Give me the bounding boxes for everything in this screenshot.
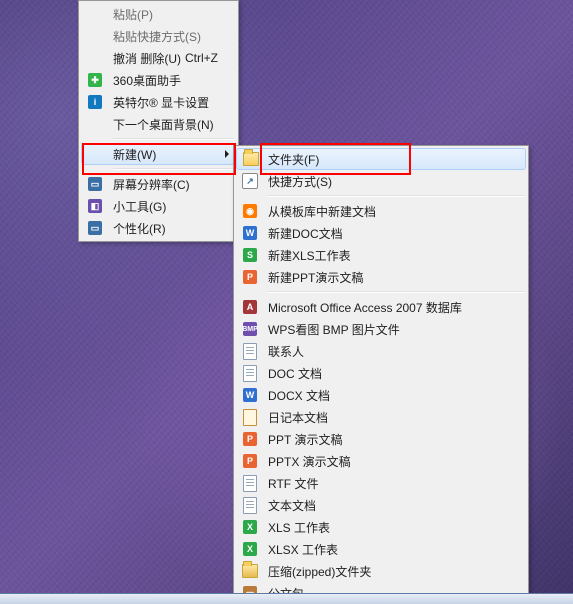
menu-label: 下一个桌面背景(N)	[113, 116, 214, 133]
menu-label: 粘贴(P)	[113, 6, 153, 23]
menu-item-360-helper[interactable]: ✚ 360桌面助手	[81, 69, 236, 91]
submenu-item-bmp[interactable]: BMP WPS看图 BMP 图片文件	[236, 318, 526, 340]
submenu-item-xlsx[interactable]: X XLSX 工作表	[236, 538, 526, 560]
menu-label: RTF 文件	[268, 475, 318, 492]
menu-label: 日记本文档	[268, 409, 328, 426]
menu-label: 从模板库中新建文档	[268, 203, 376, 220]
menu-label: 文本文档	[268, 497, 316, 514]
menu-label: 个性化(R)	[113, 220, 166, 237]
submenu-item-text[interactable]: 文本文档	[236, 494, 526, 516]
menu-label: PPTX 演示文稿	[268, 453, 351, 470]
menu-label: XLS 工作表	[268, 519, 330, 536]
menu-label: 联系人	[268, 343, 304, 360]
submenu-item-doc[interactable]: DOC 文档	[236, 362, 526, 384]
menu-label: Microsoft Office Access 2007 数据库	[268, 299, 462, 316]
menu-item-screen-resolution[interactable]: ▭ 屏幕分辨率(C)	[81, 173, 236, 195]
menu-label: XLSX 工作表	[268, 541, 338, 558]
menu-item-intel-graphics[interactable]: i 英特尔® 显卡设置	[81, 91, 236, 113]
submenu-item-new-doc[interactable]: W 新建DOC文档	[236, 222, 526, 244]
intel-icon: i	[87, 94, 103, 110]
submenu-item-rtf[interactable]: RTF 文件	[236, 472, 526, 494]
menu-label: 压缩(zipped)文件夹	[268, 563, 371, 580]
menu-item-next-background[interactable]: 下一个桌面背景(N)	[81, 113, 236, 135]
menu-label: DOCX 文档	[268, 387, 330, 404]
menu-item-new[interactable]: 新建(W)	[81, 143, 236, 165]
submenu-item-zip[interactable]: 压缩(zipped)文件夹	[236, 560, 526, 582]
menu-item-undo-delete[interactable]: 撤消 删除(U) Ctrl+Z	[81, 47, 236, 69]
menu-item-paste[interactable]: 粘贴(P)	[81, 3, 236, 25]
docx-icon: W	[242, 387, 258, 403]
text-icon	[242, 497, 258, 513]
submenu-item-journal[interactable]: 日记本文档	[236, 406, 526, 428]
context-menu-main: 粘贴(P) 粘贴快捷方式(S) 撤消 删除(U) Ctrl+Z ✚ 360桌面助…	[78, 0, 239, 242]
personalize-icon: ▭	[87, 220, 103, 236]
gadget-icon: ◧	[87, 198, 103, 214]
menu-label: 360桌面助手	[113, 72, 181, 89]
submenu-item-pptx[interactable]: P PPTX 演示文稿	[236, 450, 526, 472]
menu-label: 快捷方式(S)	[268, 173, 332, 190]
journal-icon	[242, 409, 258, 425]
menu-label: PPT 演示文稿	[268, 431, 342, 448]
menu-label: DOC 文档	[268, 365, 322, 382]
context-menu-new: 文件夹(F) ↗ 快捷方式(S) ◉ 从模板库中新建文档 W 新建DOC文档 S…	[233, 145, 529, 604]
taskbar[interactable]	[0, 593, 573, 604]
menu-separator	[268, 195, 524, 197]
ppt-icon: P	[242, 431, 258, 447]
contact-icon	[242, 343, 258, 359]
submenu-item-xls[interactable]: X XLS 工作表	[236, 516, 526, 538]
menu-label: 小工具(G)	[113, 198, 166, 215]
submenu-item-template-doc[interactable]: ◉ 从模板库中新建文档	[236, 200, 526, 222]
submenu-arrow-icon	[225, 150, 229, 158]
bmp-icon: BMP	[242, 321, 258, 337]
xlsx-icon: X	[242, 541, 258, 557]
shortcut-icon: ↗	[242, 173, 258, 189]
submenu-item-folder[interactable]: 文件夹(F)	[236, 148, 526, 170]
submenu-item-access-db[interactable]: A Microsoft Office Access 2007 数据库	[236, 296, 526, 318]
menu-label: 新建(W)	[113, 146, 156, 163]
submenu-item-ppt[interactable]: P PPT 演示文稿	[236, 428, 526, 450]
folder-icon	[243, 151, 259, 167]
menu-label: 新建PPT演示文稿	[268, 269, 363, 286]
submenu-item-docx[interactable]: W DOCX 文档	[236, 384, 526, 406]
menu-item-gadgets[interactable]: ◧ 小工具(G)	[81, 195, 236, 217]
wps-ppt-icon: P	[242, 269, 258, 285]
rtf-icon	[242, 475, 258, 491]
monitor-icon: ▭	[87, 176, 103, 192]
wps-doc-icon: W	[242, 225, 258, 241]
menu-separator	[113, 168, 234, 170]
access-icon: A	[242, 299, 258, 315]
submenu-item-contact[interactable]: 联系人	[236, 340, 526, 362]
helper-icon: ✚	[87, 72, 103, 88]
zip-icon	[242, 563, 258, 579]
menu-label: 英特尔® 显卡设置	[113, 94, 209, 111]
menu-shortcut: Ctrl+Z	[185, 51, 218, 65]
menu-label: WPS看图 BMP 图片文件	[268, 321, 400, 338]
submenu-item-shortcut[interactable]: ↗ 快捷方式(S)	[236, 170, 526, 192]
menu-separator	[113, 138, 234, 140]
menu-label: 新建DOC文档	[268, 225, 343, 242]
wps-xls-icon: S	[242, 247, 258, 263]
menu-label: 粘贴快捷方式(S)	[113, 28, 201, 45]
template-icon: ◉	[242, 203, 258, 219]
desktop-background: { "mainMenu":{ "paste":"粘贴(P)", "pasteSh…	[0, 0, 573, 604]
menu-label: 文件夹(F)	[268, 151, 319, 168]
submenu-item-new-ppt[interactable]: P 新建PPT演示文稿	[236, 266, 526, 288]
pptx-icon: P	[242, 453, 258, 469]
submenu-item-new-xls[interactable]: S 新建XLS工作表	[236, 244, 526, 266]
menu-label: 新建XLS工作表	[268, 247, 351, 264]
menu-item-personalize[interactable]: ▭ 个性化(R)	[81, 217, 236, 239]
menu-label: 撤消 删除(U)	[113, 50, 181, 67]
doc-icon	[242, 365, 258, 381]
xls-icon: X	[242, 519, 258, 535]
menu-label: 屏幕分辨率(C)	[113, 176, 190, 193]
menu-separator	[268, 291, 524, 293]
menu-item-paste-shortcut[interactable]: 粘贴快捷方式(S)	[81, 25, 236, 47]
